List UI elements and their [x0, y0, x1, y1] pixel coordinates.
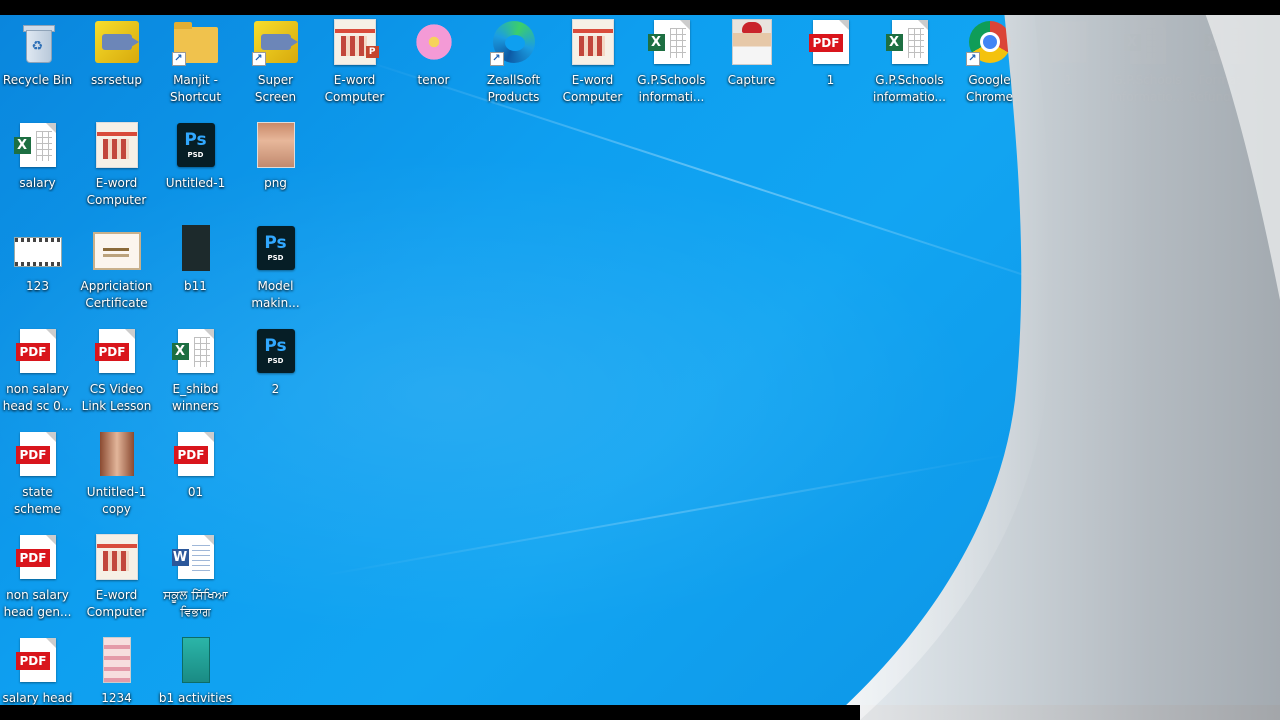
desktop-icon-eword-ppt[interactable]: P E-word Computer S... [315, 15, 394, 115]
installer-app-icon [94, 21, 139, 63]
photo-image-icon [731, 19, 772, 65]
generic-file-icon [1050, 21, 1087, 63]
excel-file-icon: X [1203, 20, 1246, 64]
desktop-icon-zeallsoft-products[interactable]: ↗ ZeallSoft Products [474, 15, 553, 115]
image-file-icon [256, 122, 295, 168]
shortcut-arrow-icon: ↗ [965, 52, 980, 66]
video-file-icon [13, 237, 62, 267]
shortcut-arrow-icon: ↗ [251, 52, 266, 66]
pdf-file-icon: PDF [15, 432, 56, 476]
excel-file-icon: X [1123, 20, 1166, 64]
desktop-icon-capture[interactable]: Capture [712, 15, 791, 115]
photoshop-file-icon: Ps PSD [256, 329, 295, 373]
pdf-file-icon: PDF [15, 329, 56, 373]
desktop-icon-recycle-bin[interactable]: ♻ Recycle Bin [0, 15, 77, 115]
desktop-icon-format-of-refund[interactable]: X Format of Refund of F... [1188, 15, 1267, 115]
desktop-icon-model-making[interactable]: Ps PSD Model makin... [236, 221, 315, 321]
dark-image-file-icon [181, 225, 210, 271]
excel-file-icon: X [647, 20, 690, 64]
desktop-icon-untitled-1[interactable]: Ps PSD Untitled-1 [156, 118, 235, 218]
desktop-icon-1-generic[interactable]: 1 [1029, 15, 1108, 115]
desktop-icon-e-shibd-winners[interactable]: X E_shibd winners [156, 324, 235, 424]
word-file-icon: W [171, 535, 214, 579]
pdf-file-icon: PDF [15, 638, 56, 682]
desktop-icon-cs-video-link[interactable]: PDF CS Video Link Lesson 1 & ... [77, 324, 156, 424]
desktop-icon-salary-head[interactable]: PDF salary head [0, 633, 77, 705]
desktop-icon-01-pdf[interactable]: PDF 01 [156, 427, 235, 527]
desktop-icon-123[interactable]: 123 [0, 221, 77, 321]
photoshop-file-icon: Ps PSD [176, 123, 215, 167]
desktop-icon-gp-schools-excel[interactable]: X G.P.Schools informati... [632, 15, 711, 115]
excel-file-icon: X [885, 20, 928, 64]
desktop-icon-non-salary-head-sc[interactable]: PDF non salary head sc 0... [0, 324, 77, 424]
desktop-icon-untitled-1-copy[interactable]: Untitled-1 copy [77, 427, 156, 527]
desktop-icon-manjit-shortcut[interactable]: ↗ Manjit - Shortcut [156, 15, 235, 115]
desktop-icon-google-chrome[interactable]: ↗ Google Chrome [950, 15, 1029, 115]
pdf-file-icon: PDF [173, 432, 214, 476]
desktop-icon-school-education-dept[interactable]: W ਸਕੂਲ ਸਿੱਖਿਆ ਵਿਭਾਗ [156, 530, 235, 630]
shortcut-arrow-icon: ↗ [171, 52, 186, 66]
desktop-icon-salary[interactable]: X salary [0, 118, 77, 218]
desktop-icon-eword-2[interactable]: E-word Computer S... [77, 118, 156, 218]
desktop-icon-gp-schools-excel-2[interactable]: X G.P.Schools informatio... [870, 15, 949, 115]
image-file-icon [95, 122, 138, 168]
pdf-file-icon: PDF [94, 329, 135, 373]
image-file-icon [571, 19, 614, 65]
desktop-background[interactable]: ♻ Recycle Bin ssrsetup ↗ Manjit - Shortc… [0, 15, 1280, 705]
desktop-icon-appriciation-certificate[interactable]: Appriciation Certificate [77, 221, 156, 321]
image-file-icon [181, 637, 210, 683]
excel-file-icon: X [13, 123, 56, 167]
desktop-icon-1234[interactable]: 1234 [77, 633, 156, 705]
desktop-icon-1-pdf[interactable]: PDF 1 [791, 15, 870, 115]
desktop-icon-tenor[interactable]: tenor [394, 15, 473, 115]
desktop-icon-gp-schools-excel-3[interactable]: X G.P.Schools informatio... [1108, 15, 1187, 115]
desktop-icon-non-salary-head-gen[interactable]: PDF non salary head gen... [0, 530, 77, 630]
desktop-icon-state-scheme[interactable]: PDF state scheme 01.4.20 to 3... [0, 427, 77, 527]
desktop-icon-b11[interactable]: b11 [156, 221, 235, 321]
wallpaper-light-streak [319, 453, 1010, 577]
image-file-icon [99, 432, 134, 476]
pdf-file-icon: PDF [15, 535, 56, 579]
excel-file-icon: X [171, 329, 214, 373]
recycle-bin-icon: ♻ [22, 23, 55, 63]
desktop-icon-b1-activities[interactable]: b1 activities [156, 633, 235, 705]
image-file-icon [95, 534, 138, 580]
certificate-image-icon [92, 232, 141, 270]
powerpoint-file-icon: P [333, 19, 379, 65]
bottom-black-bar [0, 705, 860, 720]
desktop-icon-2-psd[interactable]: Ps PSD 2 [236, 324, 315, 424]
photoshop-file-icon: Ps PSD [256, 226, 295, 270]
desktop-icon-eword-3[interactable]: E-word Computer S... [77, 530, 156, 630]
desktop-icon-png[interactable]: png [236, 118, 315, 218]
pdf-file-icon: PDF [808, 20, 849, 64]
desktop-icon-ssrsetup[interactable]: ssrsetup [77, 15, 156, 115]
image-file-icon [102, 637, 131, 683]
flower-image-icon [413, 22, 454, 62]
shortcut-arrow-icon: ↗ [489, 52, 504, 66]
desktop-icon-super-screen-recorder[interactable]: ↗ Super Screen Recorder [236, 15, 315, 115]
top-black-bar [0, 0, 1280, 15]
desktop-icon-eword[interactable]: E-word Computer S... [553, 15, 632, 115]
